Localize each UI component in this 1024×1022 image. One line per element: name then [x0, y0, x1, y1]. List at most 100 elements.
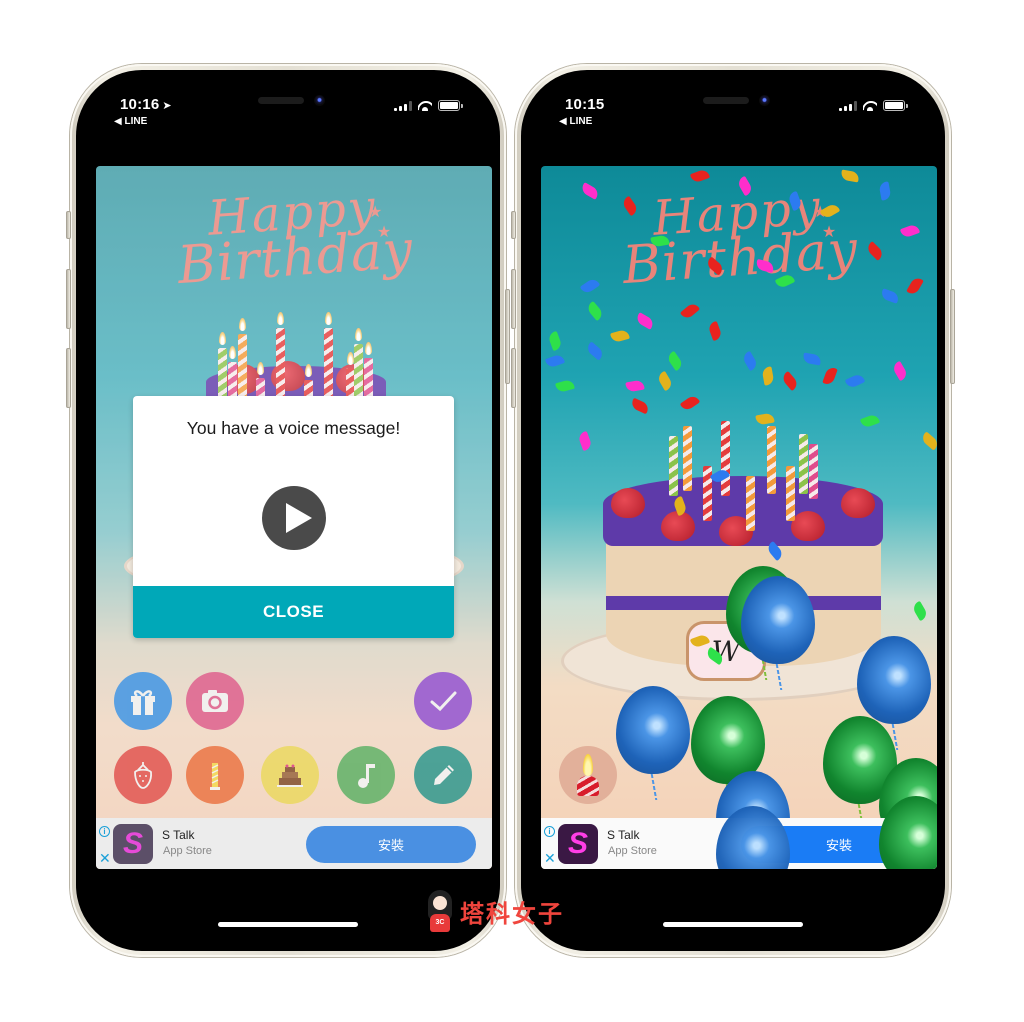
- ad-app-name: S Talk: [162, 828, 195, 842]
- mascot-avatar-icon: 3C: [424, 888, 456, 934]
- confetti: [555, 378, 575, 394]
- ad-info-icon[interactable]: i: [99, 826, 110, 837]
- confetti: [544, 353, 566, 369]
- phone-right: 10:15 ◀ LINE Happy Birthday ★ ★: [511, 64, 955, 957]
- cellular-signal-icon: [394, 101, 412, 111]
- ad-app-icon[interactable]: S: [558, 824, 598, 864]
- light-candle-button[interactable]: [559, 746, 617, 804]
- play-icon[interactable]: [261, 486, 326, 550]
- strawberry-icon: [134, 762, 152, 789]
- ad-store-label: App Store: [163, 845, 212, 857]
- ad-close-icon[interactable]: ✕: [99, 851, 111, 865]
- phone-bezel: 10:15 ◀ LINE Happy Birthday ★ ★: [521, 70, 945, 951]
- confetti: [906, 275, 924, 297]
- ad-install-button[interactable]: 安裝: [306, 826, 476, 863]
- power-button: [950, 289, 955, 384]
- card-screen: Happy Birthday ★ ★ You have a voice mess…: [96, 166, 492, 869]
- location-arrow-icon: ➤: [162, 100, 172, 112]
- ad-app-icon[interactable]: S: [113, 824, 153, 864]
- strawberry: [841, 488, 875, 518]
- confetti: [911, 600, 929, 622]
- ad-info-icon[interactable]: i: [544, 826, 555, 837]
- confetti: [579, 276, 601, 296]
- confetti: [899, 223, 921, 239]
- confetti: [865, 241, 885, 261]
- confetti: [780, 370, 800, 392]
- confetti: [919, 431, 937, 451]
- card-screen: Happy Birthday ★ ★ W: [541, 166, 937, 869]
- music-button[interactable]: [337, 746, 395, 804]
- ad-store-label: App Store: [608, 845, 657, 857]
- back-app-label: LINE: [124, 116, 148, 127]
- confetti: [584, 341, 606, 361]
- status-icons: [394, 100, 463, 111]
- status-bar: 10:15 ◀ LINE: [559, 96, 908, 136]
- ad-close-icon[interactable]: ✕: [544, 851, 556, 865]
- balloon: [741, 576, 815, 664]
- volume-up-button: [511, 269, 516, 329]
- battery-icon: [438, 100, 463, 111]
- candle: [683, 426, 692, 491]
- confetti: [585, 300, 605, 322]
- watermark-text: 塔科女子: [460, 899, 564, 928]
- back-app-label: LINE: [569, 116, 593, 127]
- strawberry: [791, 511, 825, 541]
- camera-icon: [202, 690, 228, 712]
- candle-icon: [583, 754, 593, 776]
- confetti: [634, 312, 656, 330]
- confetti: [859, 413, 881, 429]
- confetti: [629, 397, 651, 415]
- confetti: [656, 370, 674, 392]
- dialog-message: You have a voice message!: [186, 418, 401, 438]
- ad-app-name: S Talk: [607, 828, 640, 842]
- cake-icon: [277, 764, 303, 787]
- close-button[interactable]: CLOSE: [133, 586, 454, 638]
- candle-button[interactable]: [186, 746, 244, 804]
- cellular-signal-icon: [839, 101, 857, 111]
- back-to-app-link[interactable]: ◀ LINE: [559, 116, 592, 127]
- home-indicator[interactable]: [218, 922, 358, 927]
- confetti: [878, 181, 892, 201]
- confirm-button[interactable]: [414, 672, 472, 730]
- home-indicator[interactable]: [663, 922, 803, 927]
- wifi-icon: [418, 101, 432, 111]
- status-time: 10:15: [565, 96, 604, 113]
- ad-banner: i ✕ S S Talk App Store 安裝: [96, 818, 492, 869]
- confetti: [879, 288, 901, 304]
- confetti: [761, 366, 775, 386]
- strawberry-button[interactable]: [114, 746, 172, 804]
- phone-bezel: 10:16 ➤ ◀ LINE Happy Birthday ★ ★ You ha…: [76, 70, 500, 951]
- confetti: [707, 320, 723, 342]
- balloon: [857, 636, 931, 724]
- gift-button[interactable]: [114, 672, 172, 730]
- status-icons: [839, 100, 908, 111]
- checkmark-icon: [430, 691, 457, 712]
- confetti: [679, 301, 701, 321]
- confetti: [625, 379, 645, 393]
- camera-button[interactable]: [186, 672, 244, 730]
- cake-button[interactable]: [261, 746, 319, 804]
- candle: [721, 421, 730, 496]
- volume-down-button: [511, 348, 516, 408]
- candle: [746, 476, 755, 531]
- phone-left: 10:16 ➤ ◀ LINE Happy Birthday ★ ★ You ha…: [66, 64, 510, 957]
- silent-switch: [66, 211, 71, 239]
- confetti: [844, 372, 866, 390]
- status-time: 10:16 ➤: [120, 96, 172, 113]
- edit-button[interactable]: [414, 746, 472, 804]
- candle: [786, 466, 795, 521]
- power-button: [505, 289, 510, 384]
- back-to-app-link[interactable]: ◀ LINE: [114, 116, 147, 127]
- candle: [669, 436, 678, 496]
- volume-down-button: [66, 348, 71, 408]
- confetti: [840, 169, 860, 183]
- confetti: [822, 365, 838, 387]
- confetti: [665, 350, 685, 372]
- silent-switch: [511, 211, 516, 239]
- confetti: [579, 182, 601, 200]
- candle-base: [577, 776, 599, 796]
- candle: [809, 444, 818, 499]
- confetti: [741, 350, 759, 372]
- confetti: [755, 412, 775, 426]
- wifi-icon: [863, 101, 877, 111]
